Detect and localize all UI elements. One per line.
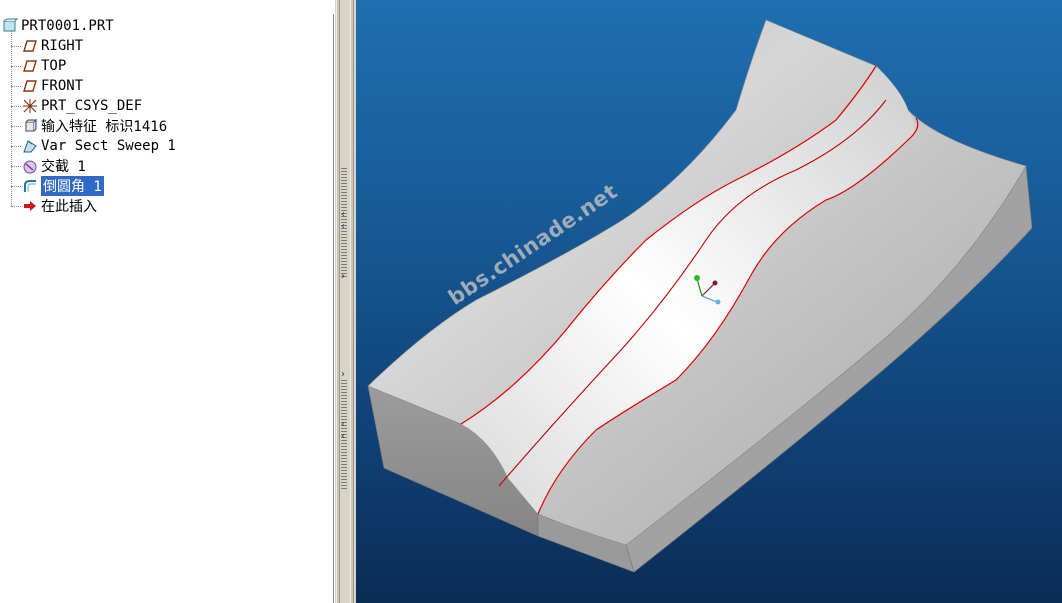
tree-connector (11, 106, 21, 107)
tree-connector (11, 166, 21, 167)
collapse-arrow-icon[interactable]: ‹ (341, 420, 345, 430)
tree-item-label: Var Sect Sweep 1 (41, 138, 176, 154)
collapse-arrow-icon[interactable]: ‹ (341, 222, 345, 232)
tree-connector (11, 126, 21, 127)
tree-root-label: PRT0001.PRT (21, 18, 114, 34)
datum-plane-icon (22, 38, 38, 54)
tree-root-part[interactable]: PRT0001.PRT (2, 16, 114, 36)
sweep-icon (22, 138, 38, 154)
round-icon (22, 178, 38, 194)
collapse-arrow-icon[interactable]: ‹ (341, 432, 345, 442)
splitter-edge (336, 0, 340, 603)
tree-item-top[interactable]: TOP (22, 56, 66, 76)
coordinate-system-icon (22, 98, 38, 114)
tree-item-var-sect-sweep[interactable]: Var Sect Sweep 1 (22, 136, 176, 156)
model-tree-panel: PRT0001.PRT RIGHT TOP FRONT PRT_CSYS_DEF… (0, 0, 334, 603)
import-feature-icon (22, 118, 38, 134)
tree-item-label: 倒圆角 1 (41, 176, 104, 196)
insert-here-arrow-icon (22, 198, 38, 214)
tree-connector (11, 146, 21, 147)
collapse-arrow-icon[interactable]: ‹ (341, 210, 345, 220)
tree-connector (11, 66, 21, 67)
datum-plane-icon (22, 58, 38, 74)
panel-splitter[interactable]: ‹ ‹ › › ‹ ‹ (334, 0, 356, 603)
tree-item-csys[interactable]: PRT_CSYS_DEF (22, 96, 142, 116)
graphics-viewport[interactable]: bbs.chinade.net (356, 0, 1062, 603)
tree-item-label: 交截 1 (41, 159, 86, 175)
tree-item-label: 输入特征 标识1416 (41, 119, 168, 135)
tree-item-label: RIGHT (41, 38, 84, 54)
tree-item-intersect[interactable]: 交截 1 (22, 156, 86, 176)
tree-item-right[interactable]: RIGHT (22, 36, 83, 56)
intersect-icon (22, 158, 38, 174)
part-icon (2, 18, 19, 34)
tree-connector-line (11, 30, 12, 206)
tree-item-label: 在此插入 (41, 199, 97, 215)
tree-connector (11, 206, 21, 207)
expand-arrow-icon[interactable]: › (341, 370, 345, 380)
tree-connector (11, 46, 21, 47)
tree-item-insert-here[interactable]: 在此插入 (22, 196, 97, 216)
splitter-edge (350, 0, 354, 603)
tree-connector (11, 86, 21, 87)
tree-item-label: FRONT (41, 78, 84, 94)
tree-item-label: PRT_CSYS_DEF (41, 98, 143, 114)
expand-arrow-icon[interactable]: › (341, 272, 345, 282)
tree-item-round[interactable]: 倒圆角 1 (22, 176, 104, 196)
datum-plane-icon (22, 78, 38, 94)
tree-connector (11, 186, 21, 187)
tree-item-import-feature[interactable]: 输入特征 标识1416 (22, 116, 167, 136)
tree-item-front[interactable]: FRONT (22, 76, 83, 96)
tree-item-label: TOP (41, 58, 67, 74)
